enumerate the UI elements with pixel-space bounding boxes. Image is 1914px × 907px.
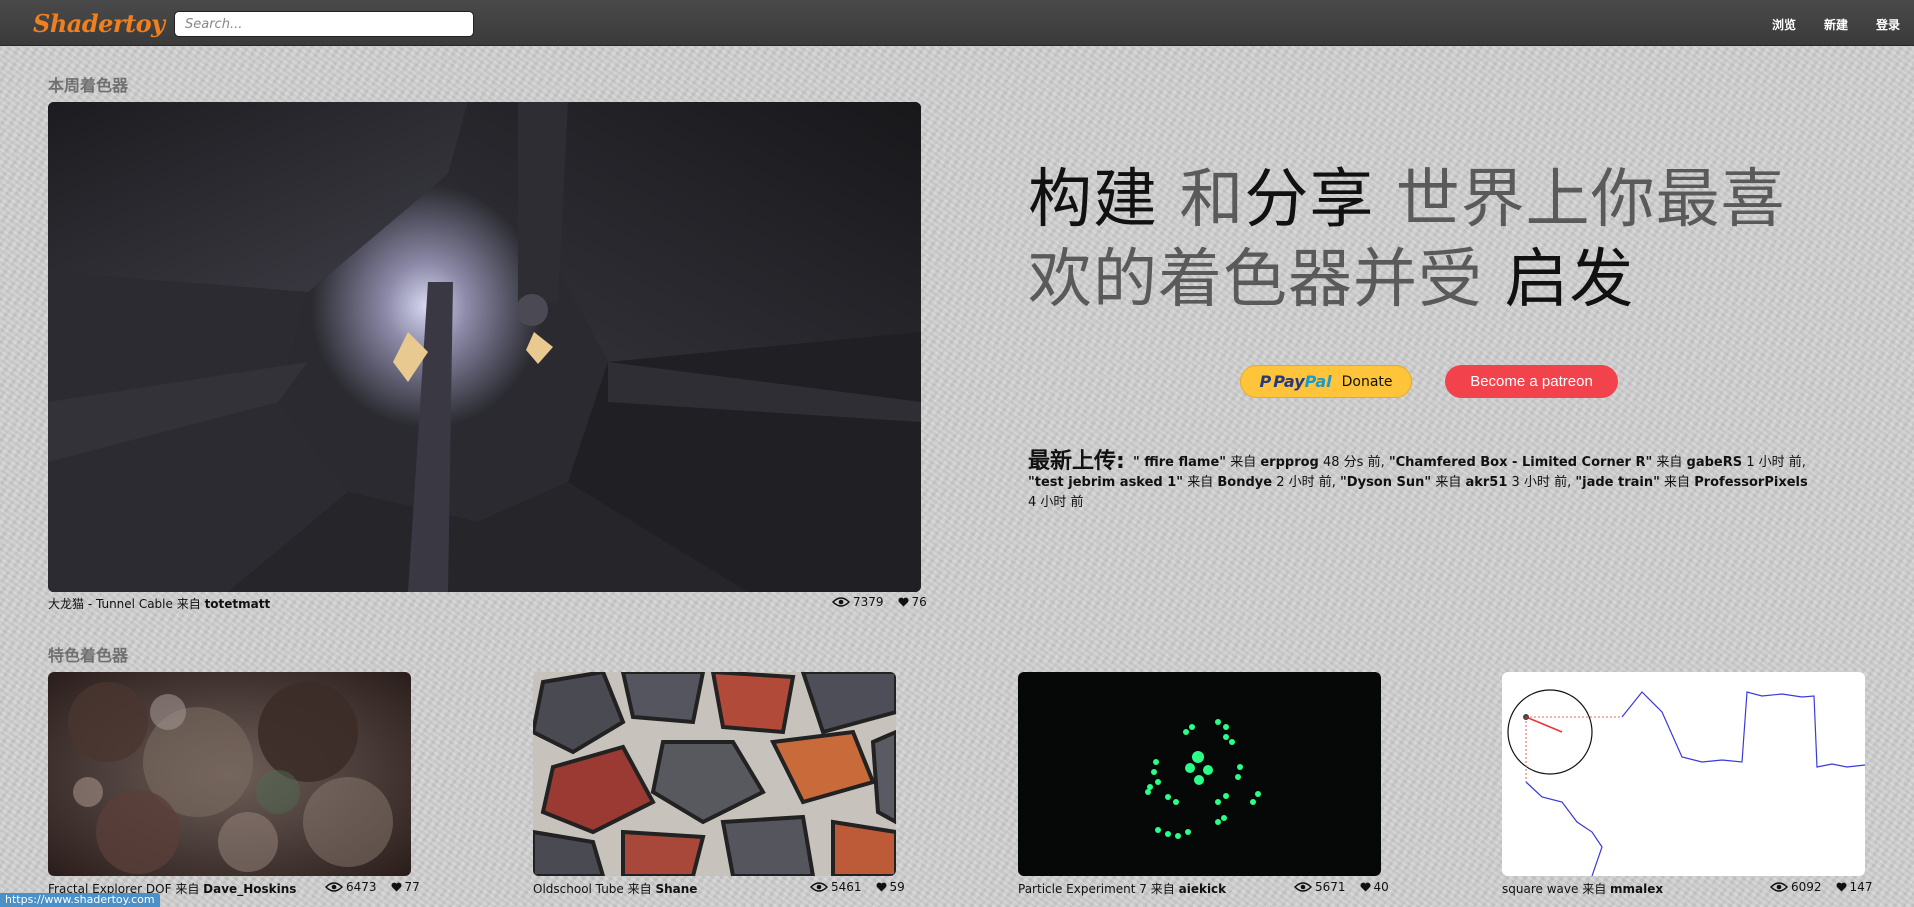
featured-caption-3: Particle Experiment 7 来自 aiekick [1018, 880, 1226, 896]
paypal-pay: Pay [1273, 372, 1305, 391]
featured-shader-preview-3[interactable] [1018, 672, 1381, 876]
heart-icon [1360, 882, 1371, 892]
featured-by: 来自 [175, 882, 200, 896]
eye-icon [832, 597, 850, 607]
weekly-shader-title[interactable]: 大龙猫 - Tunnel Cable [48, 597, 173, 611]
nav-browse[interactable]: 浏览 [1772, 16, 1796, 33]
heart-icon [1836, 882, 1847, 892]
featured-shader-preview-1[interactable] [48, 672, 411, 876]
heart-icon [898, 597, 909, 607]
featured-author[interactable]: Dave_Hoskins [203, 882, 296, 896]
latest-item-title[interactable]: "Dyson Sun" [1340, 475, 1431, 490]
hero-headline: 构建 和分享 世界上你最喜欢的着色器并受 启发 [1028, 160, 1828, 320]
featured-by: 来自 [627, 882, 652, 896]
top-nav: 浏览 新建 登录 [1744, 16, 1900, 33]
latest-item-author[interactable]: Bondye [1217, 475, 1272, 490]
nav-login[interactable]: 登录 [1876, 16, 1900, 33]
weekly-shader-preview[interactable] [48, 102, 921, 592]
nav-new[interactable]: 新建 [1824, 16, 1848, 33]
paypal-donate-button[interactable]: P PayPal Donate [1240, 365, 1412, 398]
featured-likes: 40 [1373, 880, 1389, 894]
search-input[interactable] [174, 11, 474, 37]
patreon-button[interactable]: Become a patreon [1445, 365, 1618, 398]
featured-stats-2: 5461 59 [810, 880, 905, 894]
weekly-heading: 本周着色器 [48, 76, 129, 95]
latest-item-by: 来自 [1656, 455, 1683, 470]
featured-author[interactable]: mmalex [1610, 882, 1663, 896]
featured-shader-preview-2[interactable] [533, 672, 896, 876]
eye-icon [810, 882, 828, 892]
latest-item-by: 来自 [1187, 475, 1214, 490]
weekly-shader-author[interactable]: totetmatt [205, 597, 271, 611]
latest-item-by: 来自 [1664, 475, 1691, 490]
donate-label: Donate [1341, 373, 1393, 390]
weekly-shader-caption: 大龙猫 - Tunnel Cable 来自 totetmatt [48, 595, 270, 611]
latest-uploads: 最新上传: " ffire flame" 来自 erpprog 48 分s 前,… [1028, 449, 1808, 511]
eye-icon [325, 882, 343, 892]
featured-author[interactable]: aiekick [1179, 882, 1227, 896]
weekly-shader-stats: 7379 76 [832, 595, 927, 609]
latest-item-time: 4 小时 前 [1028, 495, 1084, 510]
paypal-p-icon: P [1259, 372, 1272, 391]
latest-item-title[interactable]: "jade train" [1575, 475, 1660, 490]
latest-item-by: 来自 [1230, 455, 1257, 470]
featured-caption-4: square wave 来自 mmalex [1502, 880, 1663, 896]
weekly-shader-by: 来自 [176, 597, 201, 611]
featured-by: 来自 [1150, 882, 1175, 896]
hero-text-and: 和 [1158, 163, 1245, 237]
latest-item-author[interactable]: ProfessorPixels [1694, 475, 1808, 490]
hero-text-share: 分享 [1244, 163, 1375, 237]
latest-item-title[interactable]: " ffire flame" [1133, 455, 1226, 470]
link-status-bar: https://www.shadertoy.com [0, 893, 160, 907]
hero-text-inspired: 启发 [1483, 243, 1635, 317]
eye-icon [1770, 882, 1788, 892]
heart-icon [391, 882, 402, 892]
featured-views: 5461 [831, 880, 862, 894]
featured-stats-1: 6473 77 [325, 880, 420, 894]
weekly-views: 7379 [853, 595, 884, 609]
latest-item-author[interactable]: akr51 [1465, 475, 1507, 490]
eye-icon [1294, 882, 1312, 892]
featured-views: 6473 [346, 880, 377, 894]
square-wave-image [1502, 672, 1865, 876]
top-bar: Shadertoy 浏览 新建 登录 [0, 0, 1914, 46]
latest-item-time: 3 小时 前 [1511, 475, 1568, 490]
heart-icon [876, 882, 887, 892]
featured-likes: 147 [1849, 880, 1873, 894]
featured-views: 6092 [1791, 880, 1822, 894]
particle-experiment-image [1018, 672, 1381, 876]
latest-item-time: 2 小时 前 [1276, 475, 1332, 490]
tunnel-cable-image [48, 102, 921, 592]
featured-caption-2: Oldschool Tube 来自 Shane [533, 880, 697, 896]
paypal-logo: P PayPal [1259, 372, 1331, 391]
weekly-likes: 76 [911, 595, 927, 609]
fractal-explorer-image [48, 672, 411, 876]
featured-shader-preview-4[interactable] [1502, 672, 1865, 876]
latest-item-by: 来自 [1435, 475, 1462, 490]
featured-title[interactable]: Particle Experiment 7 [1018, 882, 1147, 896]
featured-stats-4: 6092 147 [1770, 880, 1872, 894]
featured-heading: 特色着色器 [48, 646, 129, 665]
featured-likes: 77 [404, 880, 420, 894]
latest-item-title[interactable]: "test jebrim asked 1" [1028, 475, 1183, 490]
featured-title[interactable]: square wave [1502, 882, 1578, 896]
featured-likes: 59 [889, 880, 905, 894]
featured-author[interactable]: Shane [655, 882, 697, 896]
shadertoy-logo[interactable]: Shadertoy [33, 9, 165, 38]
oldschool-tube-image [533, 672, 896, 876]
featured-views: 5671 [1315, 880, 1346, 894]
latest-item-time: 48 分s 前 [1323, 455, 1381, 470]
latest-item-author[interactable]: erpprog [1260, 455, 1319, 470]
latest-item-author[interactable]: gabeRS [1687, 455, 1743, 470]
featured-by: 来自 [1582, 882, 1607, 896]
latest-label: 最新上传: [1028, 449, 1125, 474]
latest-item-time: 1 小时 前 [1746, 455, 1802, 470]
paypal-pal: Pal [1304, 372, 1332, 391]
hero-text-build: 构建 [1028, 163, 1158, 237]
featured-stats-3: 5671 40 [1294, 880, 1389, 894]
latest-item-title[interactable]: "Chamfered Box - Limited Corner R" [1389, 455, 1652, 470]
featured-title[interactable]: Oldschool Tube [533, 882, 624, 896]
